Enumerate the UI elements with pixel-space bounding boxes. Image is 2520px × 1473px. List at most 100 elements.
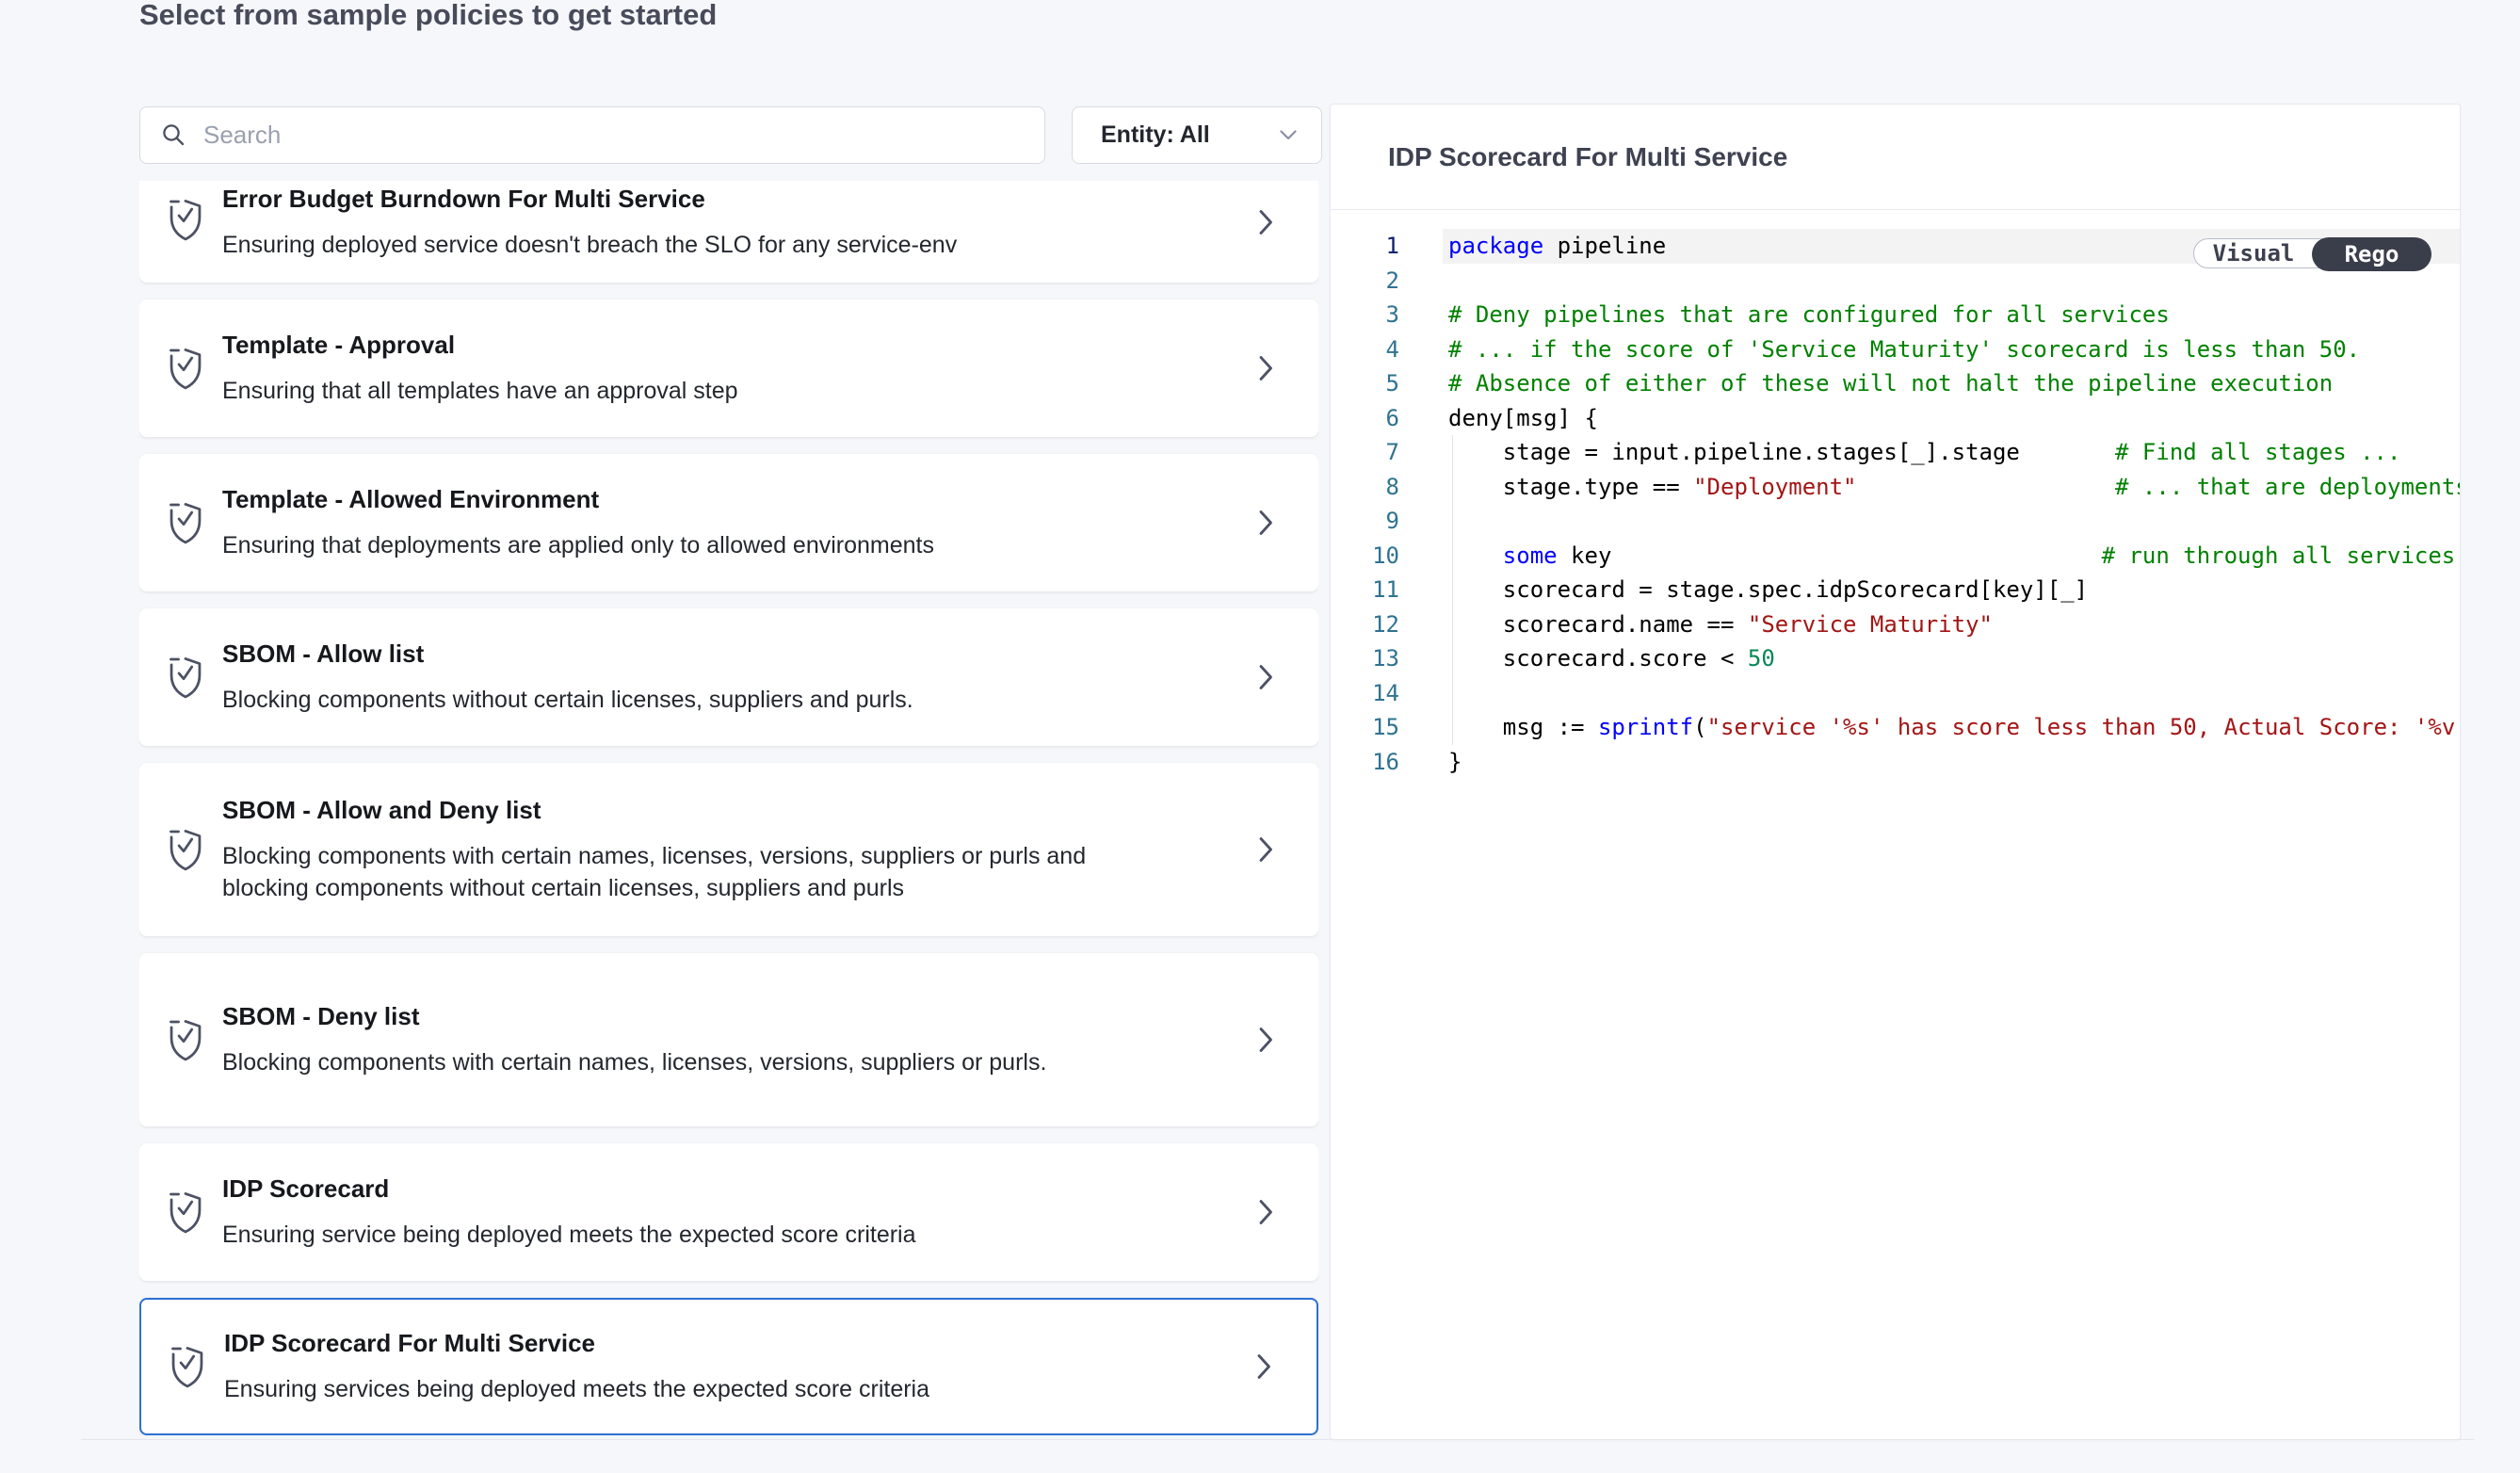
line-content: scorecard.name == "Service Maturity": [1443, 607, 2460, 642]
line-number: 3: [1331, 298, 1399, 332]
policy-card-description: Blocking components with certain names, …: [222, 1046, 1107, 1078]
policy-card-title: Error Budget Burndown For Multi Service: [222, 185, 1107, 213]
line-content: # Absence of either of these will not ha…: [1443, 366, 2460, 401]
rego-toggle-option[interactable]: Rego: [2312, 237, 2431, 271]
detail-header: IDP Scorecard For Multi Service: [1331, 105, 2460, 210]
line-content: # Deny pipelines that are configured for…: [1443, 298, 2460, 332]
policy-card-text: Error Budget Burndown For Multi Service …: [222, 181, 1107, 283]
code-line: 12 scorecard.name == "Service Maturity": [1331, 607, 2460, 642]
line-content: deny[msg] {: [1443, 401, 2460, 436]
policy-card[interactable]: SBOM - Allow and Deny list Blocking comp…: [139, 763, 1318, 936]
policy-card-description: Blocking components without certain lice…: [222, 684, 1107, 716]
code-line: 15 msg := sprintf("service '%s' has scor…: [1331, 710, 2460, 745]
code-line: 13 scorecard.score < 50: [1331, 641, 2460, 676]
code-lines: 1 package pipeline 2 3 # Deny pipelines …: [1331, 229, 2460, 779]
visual-toggle-option[interactable]: Visual: [2194, 239, 2313, 267]
code-line: 8 stage.type == "Deployment" # ... that …: [1331, 470, 2460, 505]
chevron-right-icon[interactable]: [1259, 1027, 1273, 1053]
policy-card-description: Ensuring that all templates have an appr…: [222, 375, 1107, 407]
line-number: 14: [1331, 676, 1399, 711]
line-number: 16: [1331, 745, 1399, 780]
code-line: 3 # Deny pipelines that are configured f…: [1331, 298, 2460, 332]
policy-card[interactable]: Error Budget Burndown For Multi Service …: [139, 181, 1318, 283]
chevron-right-icon[interactable]: [1259, 510, 1273, 536]
chevron-right-icon[interactable]: [1259, 836, 1273, 863]
line-content: scorecard.score < 50: [1443, 641, 2460, 676]
policy-card-title: SBOM - Allow and Deny list: [222, 796, 1107, 824]
line-number: 10: [1331, 539, 1399, 574]
policy-shield-icon: [168, 828, 203, 871]
line-number: 4: [1331, 332, 1399, 367]
policy-card[interactable]: SBOM - Deny list Blocking components wit…: [139, 953, 1318, 1126]
line-content: [1443, 676, 2460, 711]
line-content: # ... if the score of 'Service Maturity'…: [1443, 332, 2460, 367]
policy-card-text: SBOM - Deny list Blocking components wit…: [222, 953, 1107, 1126]
code-line: 11 scorecard = stage.spec.idpScorecard[k…: [1331, 573, 2460, 607]
chevron-right-icon[interactable]: [1259, 664, 1273, 690]
policy-detail-panel: IDP Scorecard For Multi Service 1 packag…: [1330, 104, 2461, 1440]
policy-shield-icon: [168, 501, 203, 544]
rego-code-editor: 1 package pipeline 2 3 # Deny pipelines …: [1331, 210, 2460, 1438]
entity-filter-dropdown[interactable]: Entity: All: [1072, 106, 1322, 164]
line-number: 12: [1331, 607, 1399, 642]
line-number: 2: [1331, 264, 1399, 299]
code-line: 4 # ... if the score of 'Service Maturit…: [1331, 332, 2460, 367]
detail-title: IDP Scorecard For Multi Service: [1388, 142, 1787, 172]
line-number: 15: [1331, 710, 1399, 745]
policy-shield-icon: [168, 198, 203, 241]
chevron-right-icon[interactable]: [1257, 1353, 1271, 1380]
line-number: 11: [1331, 573, 1399, 607]
policy-card-description: Ensuring deployed service doesn't breach…: [222, 229, 1107, 261]
policy-shield-icon: [168, 347, 203, 390]
entity-filter-label: Entity: All: [1101, 121, 1210, 149]
line-content: [1443, 504, 2460, 539]
policy-card-text: Template - Allowed Environment Ensuring …: [222, 454, 1107, 591]
search-input[interactable]: [186, 107, 1044, 163]
policy-card-title: SBOM - Deny list: [222, 1002, 1107, 1030]
line-content: stage.type == "Deployment" # ... that ar…: [1443, 470, 2460, 505]
line-number: 5: [1331, 366, 1399, 401]
chevron-right-icon[interactable]: [1259, 209, 1273, 235]
chevron-right-icon[interactable]: [1259, 1199, 1273, 1225]
code-line: 10 some key # run through all services: [1331, 539, 2460, 574]
code-line: 16 }: [1331, 745, 2460, 780]
policy-card[interactable]: IDP Scorecard For Multi Service Ensuring…: [139, 1298, 1318, 1435]
policy-card-title: SBOM - Allow list: [222, 639, 1107, 668]
policy-card-text: Template - Approval Ensuring that all te…: [222, 299, 1107, 437]
policy-card-description: Ensuring services being deployed meets t…: [224, 1373, 1109, 1405]
policy-card-description: Ensuring that deployments are applied on…: [222, 529, 1107, 561]
code-line: 6 deny[msg] {: [1331, 401, 2460, 436]
policy-card-title: IDP Scorecard For Multi Service: [224, 1329, 1109, 1357]
policy-list: Error Budget Burndown For Multi Service …: [139, 181, 1318, 1435]
policy-shield-icon: [168, 1190, 203, 1234]
policy-card-title: Template - Approval: [222, 331, 1107, 359]
line-content: some key # run through all services: [1443, 539, 2460, 574]
policy-shield-icon: [168, 1018, 203, 1061]
line-number: 6: [1331, 401, 1399, 436]
chevron-down-icon: [1280, 130, 1297, 140]
visual-rego-toggle: Visual Rego: [2193, 238, 2431, 268]
policy-card-text: SBOM - Allow and Deny list Blocking comp…: [222, 763, 1107, 936]
policy-card[interactable]: Template - Allowed Environment Ensuring …: [139, 454, 1318, 591]
policy-card-text: SBOM - Allow list Blocking components wi…: [222, 608, 1107, 746]
line-number: 9: [1331, 504, 1399, 539]
chevron-right-icon[interactable]: [1259, 355, 1273, 381]
policy-card[interactable]: Template - Approval Ensuring that all te…: [139, 299, 1318, 437]
code-line: 9: [1331, 504, 2460, 539]
policy-card-title: Template - Allowed Environment: [222, 485, 1107, 513]
line-number: 1: [1331, 229, 1399, 264]
policy-card[interactable]: SBOM - Allow list Blocking components wi…: [139, 608, 1318, 746]
line-content: }: [1443, 745, 2460, 780]
code-line: 7 stage = input.pipeline.stages[_].stage…: [1331, 435, 2460, 470]
indent-guide: [1452, 435, 1453, 745]
policy-card-text: IDP Scorecard Ensuring service being dep…: [222, 1143, 1107, 1281]
policy-card-description: Blocking components with certain names, …: [222, 840, 1107, 904]
policy-shield-icon: [168, 656, 203, 699]
line-number: 8: [1331, 470, 1399, 505]
policy-card-description: Ensuring service being deployed meets th…: [222, 1219, 1107, 1251]
policy-card[interactable]: IDP Scorecard Ensuring service being dep…: [139, 1143, 1318, 1281]
search-box[interactable]: [139, 106, 1045, 164]
line-number: 7: [1331, 435, 1399, 470]
policy-card-title: IDP Scorecard: [222, 1174, 1107, 1203]
search-icon: [161, 122, 186, 148]
